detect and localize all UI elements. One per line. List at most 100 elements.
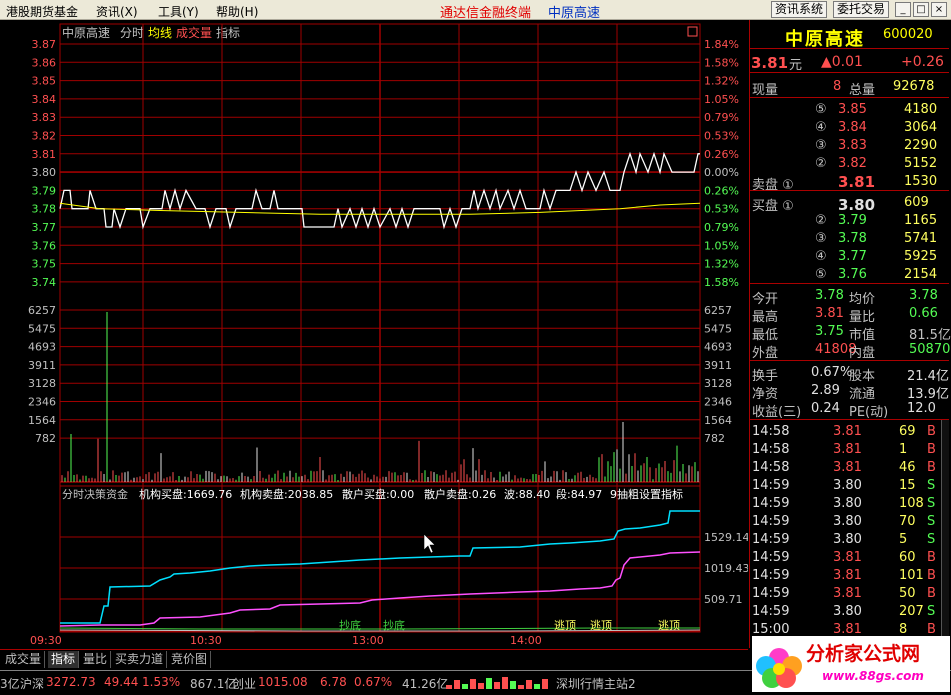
chart-pane[interactable]: 中原高速 分时 均线 成交量 指标 3.87 1.84% 3.86 1.58% 3.85 1.32%… bbox=[0, 20, 748, 648]
sell-level-3: ③ 3.83 2290 bbox=[749, 137, 947, 155]
price-tick: 3.80 bbox=[32, 166, 57, 179]
volume-tick: 5475 bbox=[28, 322, 56, 335]
volume-tick: 1564 bbox=[28, 414, 56, 427]
stat-value: 3.75 bbox=[815, 324, 844, 339]
tick-row: 14:59 3.81 101 B bbox=[749, 567, 947, 585]
menu-help[interactable]: 帮助(H) bbox=[216, 3, 258, 20]
sell-volume: 4180 bbox=[904, 102, 938, 117]
now-label: 现量 bbox=[752, 83, 779, 98]
buy-volume: 5741 bbox=[904, 231, 938, 246]
ind-name: 分时决策资金 bbox=[62, 487, 128, 501]
volume-tick: 782 bbox=[35, 432, 56, 445]
buy-price: 3.76 bbox=[838, 267, 867, 282]
indicator-tick: 1019.43 bbox=[704, 562, 748, 575]
tab-volume[interactable]: 成交量 bbox=[2, 651, 46, 668]
volume-tick: 6257 bbox=[28, 304, 56, 317]
tick-time: 14:59 bbox=[752, 568, 790, 583]
sell-label: ② bbox=[815, 156, 827, 171]
tick-list-scrollbar[interactable] bbox=[941, 420, 949, 646]
chart-mode: 分时 bbox=[120, 26, 144, 40]
status-index-pct: 1.53% bbox=[142, 675, 181, 689]
tick-time: 14:59 bbox=[752, 550, 790, 565]
price-tick: 3.86 bbox=[32, 56, 57, 69]
buy-label: ③ bbox=[815, 231, 827, 246]
stock-title: 中原高速 bbox=[548, 6, 601, 21]
status-gem-name: 创业 bbox=[232, 677, 257, 691]
tick-side: B bbox=[927, 586, 936, 601]
stat-row: 换手 0.67% 股本 21.4亿 bbox=[749, 364, 949, 384]
price-tick: 3.78 bbox=[32, 203, 57, 216]
sell-price: 3.83 bbox=[838, 138, 867, 153]
stat-label: 内盘 bbox=[849, 346, 876, 361]
status-index-value: 3272.73 bbox=[46, 675, 96, 689]
signal-bars-icon bbox=[446, 677, 552, 689]
chart-avg-label: 均线 bbox=[148, 26, 172, 40]
tick-side: B bbox=[927, 442, 936, 457]
tick-time: 14:59 bbox=[752, 478, 790, 493]
price-tick: 3.84 bbox=[32, 93, 57, 106]
menu-news[interactable]: 资讯(X) bbox=[96, 3, 138, 20]
tick-row: 14:59 3.80 207 S bbox=[749, 603, 947, 621]
buy-level-4: ④ 3.77 5925 bbox=[749, 248, 947, 266]
stat-value: 50870 bbox=[909, 342, 951, 357]
stat-row: 今开 3.78 均价 3.78 bbox=[749, 287, 947, 307]
status-gem-pct: 0.67% bbox=[354, 675, 393, 689]
sell-price: 3.85 bbox=[838, 102, 867, 117]
volume-tick: 4693 bbox=[28, 341, 56, 354]
tick-price: 3.80 bbox=[833, 532, 862, 547]
status-gem-value: 1015.08 bbox=[258, 675, 308, 689]
volume-tick: 2346 bbox=[28, 396, 56, 409]
status-server[interactable]: 深圳行情主站2 bbox=[556, 675, 636, 692]
ind-wave: 波:88.40 bbox=[504, 488, 550, 501]
volume-tick: 3128 bbox=[28, 377, 56, 390]
tab-auction[interactable]: 竞价图 bbox=[168, 651, 212, 668]
maximize-icon[interactable]: □ bbox=[913, 2, 929, 17]
quote-price-row: 3.81 元 ▲0.01 +0.26 bbox=[749, 53, 947, 73]
tick-time: 14:58 bbox=[752, 424, 790, 439]
tab-indicator[interactable]: 指标 bbox=[48, 651, 80, 668]
close-icon[interactable]: × bbox=[931, 2, 947, 17]
time-tick: 10:30 bbox=[190, 634, 222, 647]
pct-tick: 1.32% bbox=[704, 75, 739, 88]
tick-row: 14:59 3.81 50 B bbox=[749, 585, 947, 603]
buy-volume: 609 bbox=[904, 195, 929, 210]
tick-time: 14:59 bbox=[752, 586, 790, 601]
price-tick: 3.76 bbox=[32, 239, 57, 252]
signal-bar bbox=[510, 681, 516, 689]
tab-volume-ratio[interactable]: 量比 bbox=[80, 651, 112, 668]
volume-tick: 3911 bbox=[28, 359, 56, 372]
volume-tick-right: 4693 bbox=[704, 341, 732, 354]
status-gem-change: 6.78 bbox=[320, 675, 347, 689]
tick-volume: 1 bbox=[899, 442, 908, 457]
app-menu-label[interactable]: 港股期货基金 bbox=[6, 3, 78, 20]
stat-label: 收益(三) bbox=[752, 405, 802, 420]
stat-value: 12.0 bbox=[907, 401, 936, 416]
signal-bar bbox=[486, 678, 492, 689]
quote-volume-row: 现量 8 总量 92678 bbox=[749, 78, 947, 98]
tick-volume: 108 bbox=[899, 496, 924, 511]
stat-value: 3.81 bbox=[815, 306, 844, 321]
sell-label: ④ bbox=[815, 120, 827, 135]
ind-setting: 9抽粗设置指标 bbox=[610, 487, 683, 501]
tick-price: 3.81 bbox=[833, 568, 862, 583]
time-tick: 14:00 bbox=[510, 634, 542, 647]
separator bbox=[749, 360, 949, 361]
tick-side: S bbox=[927, 514, 936, 529]
minimize-icon[interactable]: _ bbox=[895, 2, 911, 17]
tab-force[interactable]: 买卖力道 bbox=[112, 651, 168, 668]
price-tick: 3.79 bbox=[32, 184, 57, 197]
ind-seg: 段:84.97 bbox=[556, 487, 602, 501]
intraday-chart[interactable]: 中原高速 分时 均线 成交量 指标 3.87 1.84% 3.86 1.58% 3.85 1.32%… bbox=[0, 20, 748, 648]
volume-tick-right: 2346 bbox=[704, 396, 732, 409]
trade-button[interactable]: 委托交易 bbox=[833, 1, 890, 18]
tick-side: S bbox=[927, 532, 936, 547]
menu-tools[interactable]: 工具(Y) bbox=[158, 3, 199, 20]
label-bottom-1: 抄底 bbox=[339, 618, 361, 632]
quote-title: 中原高速 600020 bbox=[749, 26, 947, 50]
tick-row: 14:59 3.81 60 B bbox=[749, 549, 947, 567]
status-amount-left: 3亿 bbox=[0, 677, 20, 691]
news-system-button[interactable]: 资讯系统 bbox=[771, 1, 828, 18]
signal-bar bbox=[502, 677, 508, 689]
tick-price: 3.81 bbox=[833, 550, 862, 565]
tick-side: B bbox=[927, 622, 936, 637]
